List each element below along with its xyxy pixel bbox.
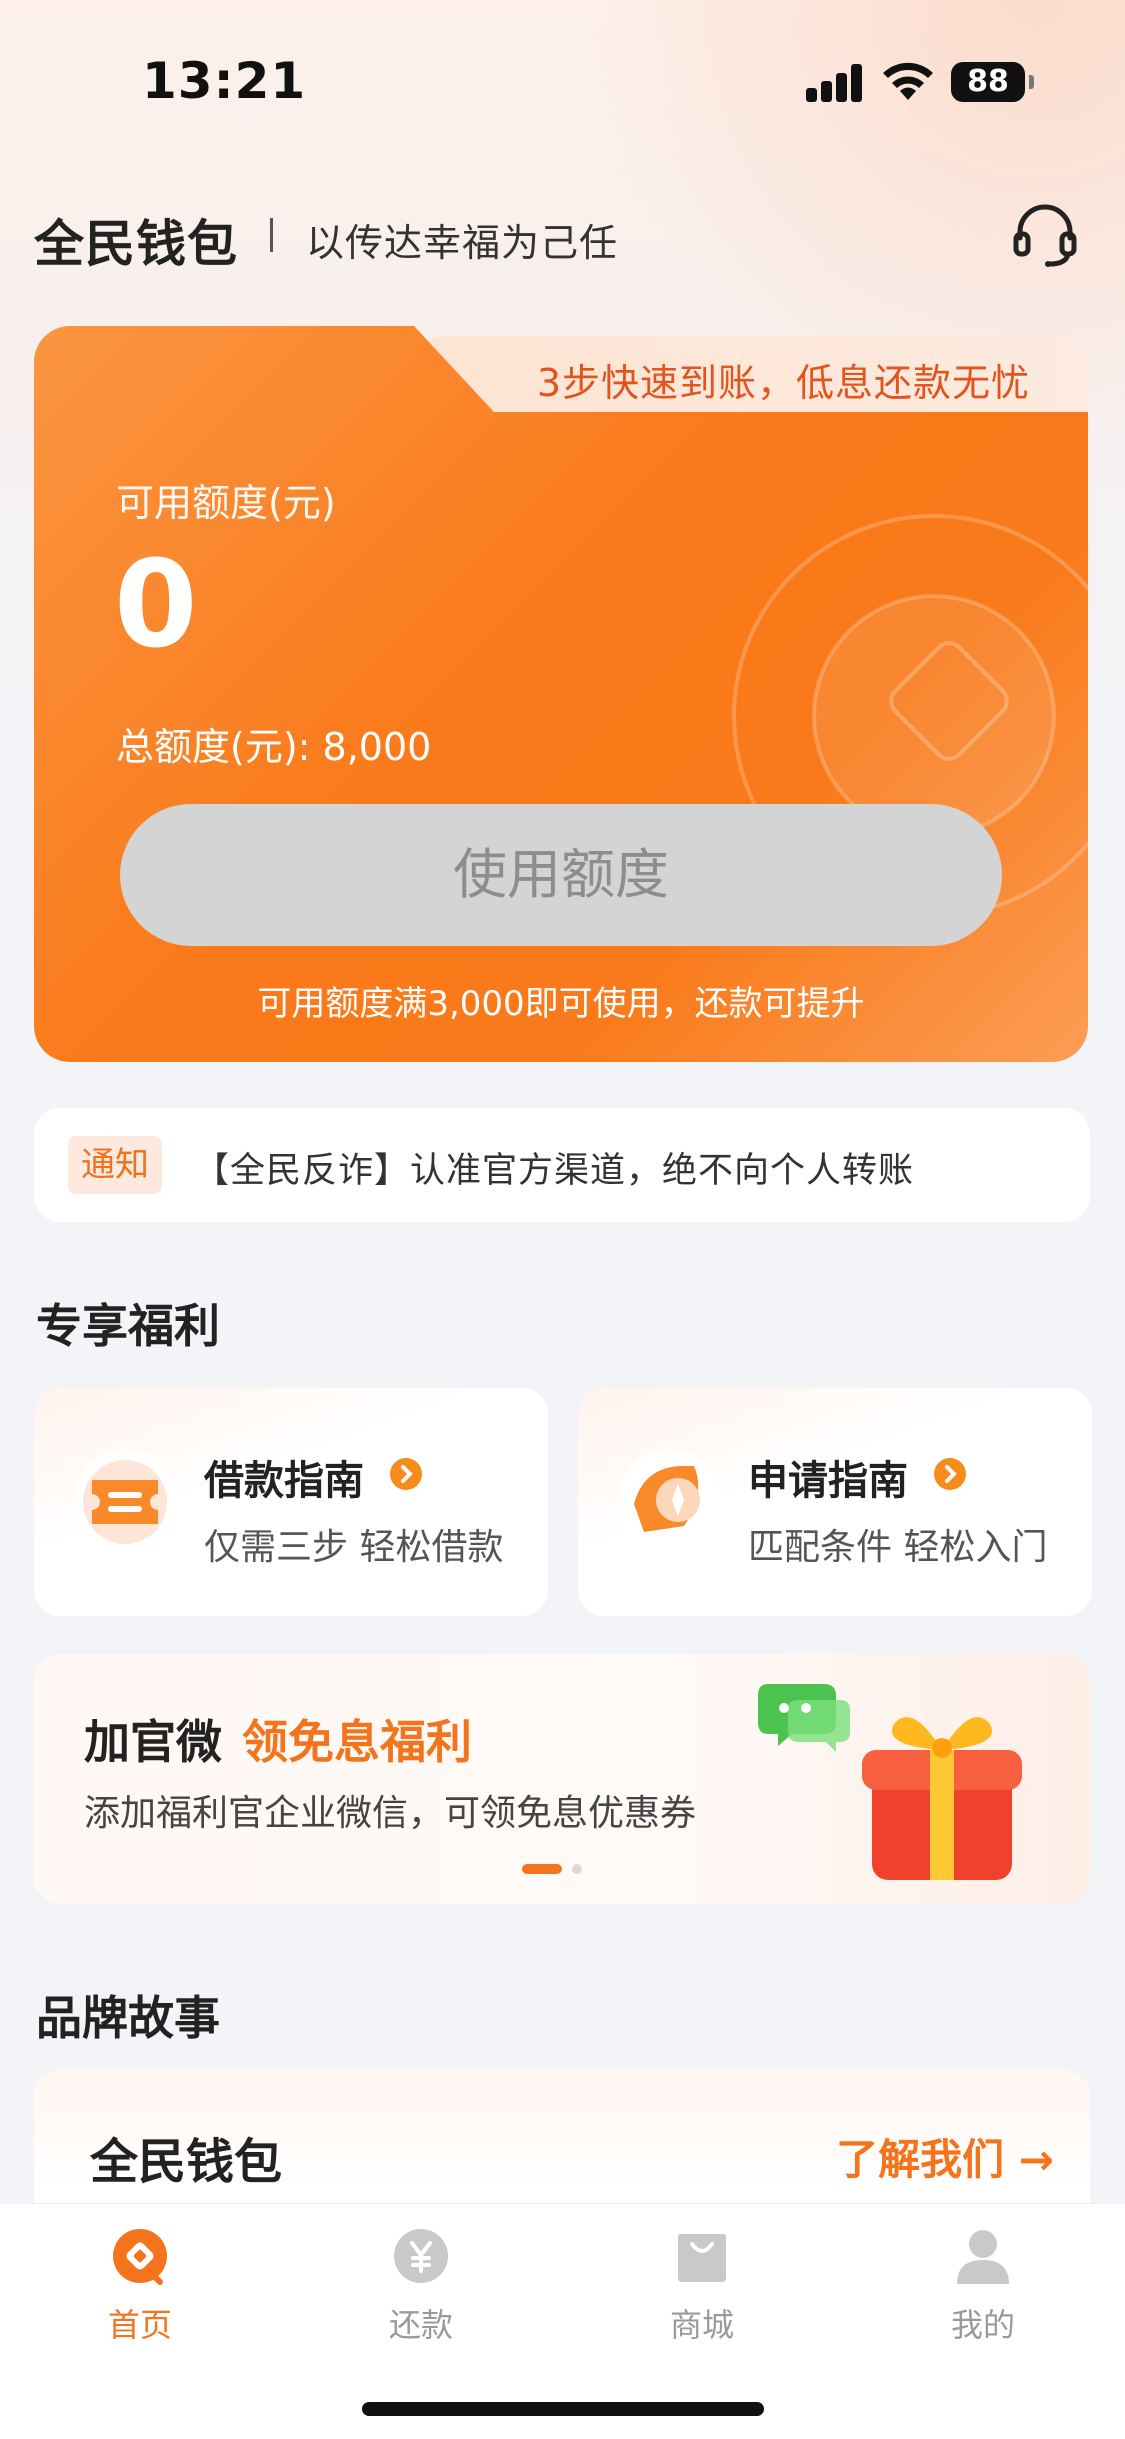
banner-subtitle: 添加福利官企业微信，可领免息优惠券	[84, 1793, 697, 1834]
status-time: 13:21	[142, 52, 307, 110]
brand-title: 全民钱包	[34, 215, 238, 273]
benefits-section-title: 专享福利	[36, 1299, 220, 1353]
total-credit-label: 总额度(元): 8,000	[116, 725, 432, 769]
card-promo-text: 3步快速到账，低息还款无忧	[536, 361, 1030, 405]
app-header: 全民钱包 以传达幸福为己任	[34, 200, 1094, 273]
available-credit-amount: 0	[114, 536, 198, 675]
status-bar: 13:21 88	[0, 0, 1125, 165]
ticket-icon	[75, 1449, 175, 1549]
gift-box-icon	[862, 1717, 1022, 1880]
headset-icon[interactable]	[1010, 200, 1080, 270]
wifi-icon	[883, 62, 933, 100]
wechat-icon	[758, 1684, 850, 1752]
credit-hint: 可用额度满3,000即可使用，还款可提升	[257, 984, 865, 1024]
notice-tag: 通知	[68, 1136, 162, 1194]
compass-icon	[619, 1449, 719, 1549]
loan-guide-card[interactable]: 借款指南 仅需三步 轻松借款	[34, 1388, 548, 1616]
home-icon	[113, 2229, 167, 2285]
tab-repay-label: 还款	[388, 2306, 453, 2344]
banner-title-highlight: 领免息福利	[242, 1715, 472, 1769]
shopping-bag-icon	[678, 2234, 726, 2282]
user-icon	[957, 2230, 1009, 2284]
brand-story-section-title: 品牌故事	[36, 1991, 220, 2045]
header-divider	[270, 218, 273, 252]
loan-guide-title: 借款指南	[204, 1458, 364, 1504]
carousel-dot-active	[522, 1864, 562, 1874]
loan-guide-subtitle: 仅需三步 轻松借款	[204, 1527, 504, 1568]
tab-profile[interactable]: 我的	[883, 2226, 1083, 2346]
notice-bar[interactable]: 通知 【全民反诈】认准官方渠道，绝不向个人转账	[34, 1108, 1090, 1222]
tab-repay[interactable]: 还款	[321, 2226, 521, 2346]
tab-home-label: 首页	[107, 2306, 172, 2344]
credit-card: 可用额度(元) 0 总额度(元): 8,000 使用额度 可用额度满3,000即…	[34, 326, 1088, 1062]
banner-title: 加官微	[84, 1715, 222, 1769]
learn-more-link[interactable]: 了解我们 →	[836, 2126, 1054, 2187]
carousel-indicator	[522, 1864, 582, 1876]
apply-guide-subtitle: 匹配条件 轻松入门	[748, 1527, 1048, 1568]
card-body: 可用额度(元) 0 总额度(元): 8,000 使用额度 可用额度满3,000即…	[34, 326, 1088, 1062]
wechat-benefit-banner[interactable]: 加官微 领免息福利 添加福利官企业微信，可领免息优惠券	[34, 1654, 1090, 1904]
brand-story-title: 全民钱包	[90, 2134, 283, 2190]
tab-mall[interactable]: 商城	[602, 2226, 802, 2346]
notice-text: 【全民反诈】认准官方渠道，绝不向个人转账	[194, 1151, 915, 1191]
signal-icon	[806, 64, 864, 102]
arrow-right-icon	[390, 1458, 422, 1490]
yuan-coin-icon	[394, 2229, 448, 2283]
home-indicator	[362, 2402, 764, 2416]
tab-mall-label: 商城	[669, 2306, 734, 2344]
apply-guide-card[interactable]: 申请指南 匹配条件 轻松入门	[578, 1388, 1092, 1616]
available-credit-label: 可用额度(元)	[116, 481, 336, 525]
tab-home[interactable]: 首页	[40, 2226, 240, 2346]
carousel-dot	[572, 1864, 582, 1874]
use-credit-button[interactable]: 使用额度	[120, 804, 1002, 946]
brand-slogan: 以传达幸福为己任	[306, 221, 619, 265]
apply-guide-title: 申请指南	[748, 1458, 908, 1504]
battery-icon: 88	[951, 62, 1034, 102]
tab-profile-label: 我的	[950, 2306, 1015, 2344]
arrow-right-icon	[934, 1458, 966, 1490]
